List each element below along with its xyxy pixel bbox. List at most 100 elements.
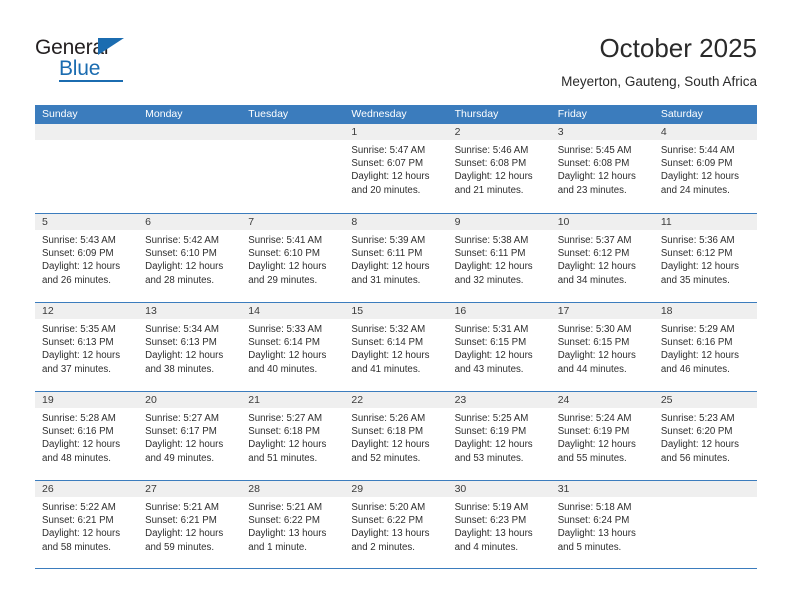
day-detail-line: and 26 minutes.: [42, 274, 111, 286]
day-detail-line: Sunrise: 5:44 AM: [660, 145, 735, 156]
day-details: Sunrise: 5:47 AM Sunset: 6:07 PM Daylight:…: [344, 140, 447, 197]
day-cell-2[interactable]: 2 Sunrise: 5:46 AM Sunset: 6:08 PM Daylight…: [447, 124, 551, 213]
day-details: Sunrise: 5:43 AM Sunset: 6:09 PM Daylight:…: [35, 230, 138, 287]
day-detail-line: Daylight: 12 hours: [454, 261, 533, 273]
day-number: 16: [447, 303, 551, 319]
day-cell-empty: [35, 124, 139, 213]
day-details: [654, 497, 757, 501]
day-cell-12[interactable]: 12 Sunrise: 5:35 AM Sunset: 6:13 PM Dayligh…: [35, 303, 139, 391]
day-cell-18[interactable]: 18 Sunrise: 5:29 AM Sunset: 6:16 PM Dayligh…: [653, 303, 757, 391]
day-cell-22[interactable]: 22 Sunrise: 5:26 AM Sunset: 6:18 PM Dayligh…: [344, 392, 448, 480]
day-cell-8[interactable]: 8 Sunrise: 5:39 AM Sunset: 6:11 PM Daylight…: [344, 214, 448, 302]
day-detail-line: Sunrise: 5:31 AM: [454, 324, 529, 335]
day-cell-16[interactable]: 16 Sunrise: 5:31 AM Sunset: 6:15 PM Dayligh…: [447, 303, 551, 391]
calendar-page: General Blue October 2025 Meyerton, Gaut…: [0, 0, 792, 612]
day-details: Sunrise: 5:36 AM Sunset: 6:12 PM Daylight:…: [654, 230, 757, 287]
day-detail-line: Sunrise: 5:27 AM: [145, 413, 219, 424]
day-detail-line: Sunset: 6:11 PM: [351, 248, 423, 260]
day-detail-line: Daylight: 12 hours: [660, 261, 739, 273]
day-cell-15[interactable]: 15 Sunrise: 5:32 AM Sunset: 6:14 PM Dayligh…: [344, 303, 448, 391]
day-detail-line: Daylight: 13 hours: [454, 528, 533, 540]
day-detail-line: Sunset: 6:15 PM: [557, 337, 630, 349]
day-detail-line: and 28 minutes.: [145, 274, 215, 286]
day-detail-line: Sunset: 6:21 PM: [145, 515, 217, 527]
day-detail-line: Sunrise: 5:43 AM: [42, 235, 116, 246]
day-detail-line: Daylight: 12 hours: [454, 171, 533, 183]
day-detail-line: Sunset: 6:08 PM: [454, 158, 527, 170]
day-detail-line: and 34 minutes.: [557, 274, 627, 286]
day-cell-14[interactable]: 14 Sunrise: 5:33 AM Sunset: 6:14 PM Dayligh…: [241, 303, 345, 391]
day-cell-1[interactable]: 1 Sunrise: 5:47 AM Sunset: 6:07 PM Daylight…: [344, 124, 448, 213]
day-cell-4[interactable]: 4 Sunrise: 5:44 AM Sunset: 6:09 PM Daylight…: [653, 124, 757, 213]
day-cell-17[interactable]: 17 Sunrise: 5:30 AM Sunset: 6:15 PM Dayligh…: [550, 303, 654, 391]
day-detail-line: Sunset: 6:22 PM: [248, 515, 320, 527]
day-details: Sunrise: 5:42 AM Sunset: 6:10 PM Daylight:…: [138, 230, 241, 287]
day-cell-7[interactable]: 7 Sunrise: 5:41 AM Sunset: 6:10 PM Daylight…: [241, 214, 345, 302]
day-number: 7: [241, 214, 345, 230]
day-cell-3[interactable]: 3 Sunrise: 5:45 AM Sunset: 6:08 PM Daylight…: [550, 124, 654, 213]
day-detail-line: and 49 minutes.: [145, 452, 215, 464]
calendar-weeks: 1 Sunrise: 5:47 AM Sunset: 6:07 PM Daylight…: [35, 124, 757, 569]
day-detail-line: Daylight: 12 hours: [351, 171, 430, 183]
day-number: 20: [138, 392, 242, 408]
day-cell-23[interactable]: 23 Sunrise: 5:25 AM Sunset: 6:19 PM Dayligh…: [447, 392, 551, 480]
day-number: 2: [447, 124, 551, 140]
page-subtitle: Meyerton, Gauteng, South Africa: [561, 74, 757, 89]
weekday-header-thursday: Thursday: [454, 108, 499, 120]
general-blue-logo[interactable]: General Blue: [35, 36, 165, 84]
day-detail-line: Sunset: 6:11 PM: [454, 248, 526, 260]
day-details: Sunrise: 5:26 AM Sunset: 6:18 PM Daylight:…: [344, 408, 447, 465]
day-detail-line: Sunset: 6:19 PM: [557, 426, 630, 438]
day-detail-line: Daylight: 13 hours: [248, 528, 327, 540]
day-cell-29[interactable]: 29 Sunrise: 5:20 AM Sunset: 6:22 PM Dayligh…: [344, 481, 448, 568]
day-detail-line: Sunrise: 5:24 AM: [557, 413, 632, 424]
day-cell-27[interactable]: 27 Sunrise: 5:21 AM Sunset: 6:21 PM Dayligh…: [138, 481, 242, 568]
day-number: 11: [653, 214, 757, 230]
day-detail-line: and 2 minutes.: [351, 541, 415, 553]
calendar-week-row: 12 Sunrise: 5:35 AM Sunset: 6:13 PM Dayligh…: [35, 302, 757, 391]
day-cell-10[interactable]: 10 Sunrise: 5:37 AM Sunset: 6:12 PM Dayligh…: [550, 214, 654, 302]
day-cell-11[interactable]: 11 Sunrise: 5:36 AM Sunset: 6:12 PM Dayligh…: [653, 214, 757, 302]
day-detail-line: Sunset: 6:13 PM: [42, 337, 114, 349]
page-title: October 2025: [599, 33, 757, 63]
day-cell-6[interactable]: 6 Sunrise: 5:42 AM Sunset: 6:10 PM Daylight…: [138, 214, 242, 302]
day-detail-line: Sunrise: 5:32 AM: [351, 324, 426, 335]
day-detail-line: Daylight: 12 hours: [557, 171, 636, 183]
day-detail-line: and 56 minutes.: [660, 452, 730, 464]
weekday-header-tuesday: Tuesday: [248, 108, 289, 120]
day-cell-13[interactable]: 13 Sunrise: 5:34 AM Sunset: 6:13 PM Dayligh…: [138, 303, 242, 391]
calendar-week-row: 1 Sunrise: 5:47 AM Sunset: 6:07 PM Daylight…: [35, 124, 757, 213]
day-number: [241, 124, 345, 140]
day-detail-line: Sunrise: 5:25 AM: [454, 413, 529, 424]
day-detail-line: and 48 minutes.: [42, 452, 111, 464]
day-detail-line: and 37 minutes.: [42, 363, 111, 375]
logo-text-blue: Blue: [59, 57, 101, 80]
day-cell-empty: [241, 124, 345, 213]
day-cell-30[interactable]: 30 Sunrise: 5:19 AM Sunset: 6:23 PM Dayligh…: [447, 481, 551, 568]
calendar-week-row: 26 Sunrise: 5:22 AM Sunset: 6:21 PM Dayligh…: [35, 480, 757, 569]
day-detail-line: Sunrise: 5:29 AM: [660, 324, 735, 335]
day-detail-line: Daylight: 12 hours: [660, 350, 739, 362]
day-details: [35, 140, 138, 144]
day-cell-21[interactable]: 21 Sunrise: 5:27 AM Sunset: 6:18 PM Dayligh…: [241, 392, 345, 480]
day-cell-20[interactable]: 20 Sunrise: 5:27 AM Sunset: 6:17 PM Dayligh…: [138, 392, 242, 480]
day-detail-line: Daylight: 12 hours: [351, 350, 430, 362]
day-cell-19[interactable]: 19 Sunrise: 5:28 AM Sunset: 6:16 PM Dayligh…: [35, 392, 139, 480]
day-cell-31[interactable]: 31 Sunrise: 5:18 AM Sunset: 6:24 PM Dayligh…: [550, 481, 654, 568]
day-cell-25[interactable]: 25 Sunrise: 5:23 AM Sunset: 6:20 PM Dayligh…: [653, 392, 757, 480]
day-detail-line: Sunrise: 5:21 AM: [145, 502, 219, 513]
day-detail-line: Sunrise: 5:30 AM: [557, 324, 632, 335]
day-detail-line: Daylight: 12 hours: [42, 439, 121, 451]
day-cell-5[interactable]: 5 Sunrise: 5:43 AM Sunset: 6:09 PM Daylight…: [35, 214, 139, 302]
calendar-grid: Sunday Monday Tuesday Wednesday Thursday Frid…: [35, 105, 757, 569]
day-detail-line: and 35 minutes.: [660, 274, 730, 286]
day-cell-28[interactable]: 28 Sunrise: 5:21 AM Sunset: 6:22 PM Dayligh…: [241, 481, 345, 568]
day-number: 28: [241, 481, 345, 497]
day-detail-line: Daylight: 12 hours: [660, 171, 739, 183]
day-number: 21: [241, 392, 345, 408]
day-cell-24[interactable]: 24 Sunrise: 5:24 AM Sunset: 6:19 PM Dayligh…: [550, 392, 654, 480]
page-header: General Blue October 2025 Meyerton, Gaut…: [0, 0, 792, 104]
day-detail-line: and 24 minutes.: [660, 184, 730, 196]
day-cell-9[interactable]: 9 Sunrise: 5:38 AM Sunset: 6:11 PM Daylight…: [447, 214, 551, 302]
day-cell-26[interactable]: 26 Sunrise: 5:22 AM Sunset: 6:21 PM Dayligh…: [35, 481, 139, 568]
